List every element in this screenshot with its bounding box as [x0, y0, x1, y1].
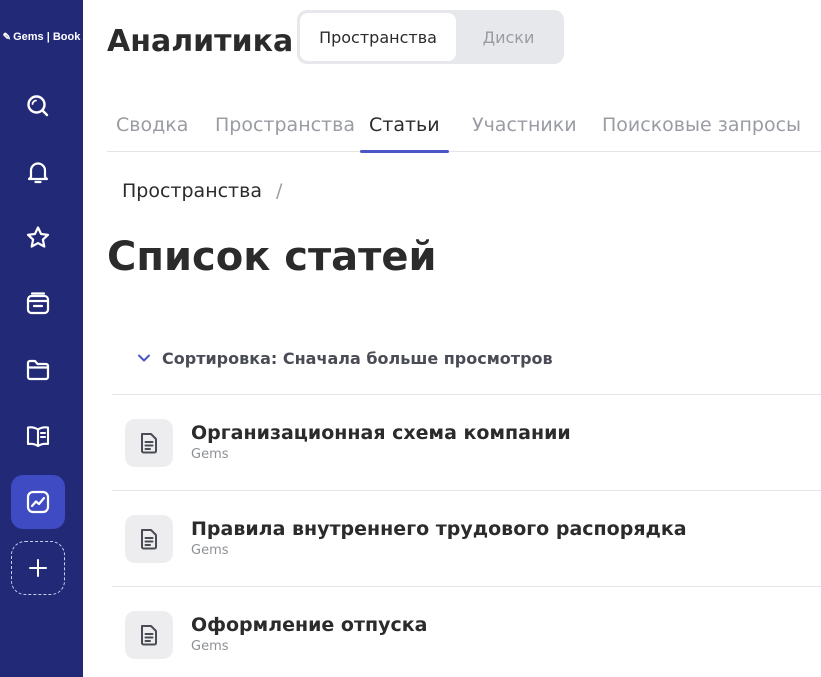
document-icon: [141, 529, 157, 550]
sidebar-item-search[interactable]: [11, 79, 65, 133]
breadcrumb: Пространства /: [122, 180, 282, 202]
breadcrumb-item-spaces[interactable]: Пространства: [122, 180, 262, 202]
article-title[interactable]: Правила внутреннего трудового распорядка: [191, 518, 687, 540]
search-icon: [27, 95, 49, 117]
article-title[interactable]: Организационная схема компании: [191, 422, 571, 444]
logo-mark-icon: ✎: [2, 31, 12, 43]
list-item[interactable]: Оформление отпуска Gems: [112, 586, 821, 677]
sidebar-item-files[interactable]: [11, 343, 65, 397]
tab-members[interactable]: Участники: [472, 98, 577, 151]
breadcrumb-separator: /: [275, 180, 283, 202]
tab-spaces[interactable]: Пространства: [215, 98, 355, 151]
logo-text: Gems | Book: [13, 31, 81, 43]
inbox-icon: [26, 292, 50, 315]
page-title: Список статей: [107, 234, 437, 280]
article-space: Gems: [191, 447, 229, 462]
document-icon-wrapper: [125, 419, 173, 467]
tab-search-queries[interactable]: Поисковые запросы: [602, 98, 801, 151]
segment-spaces[interactable]: Пространства: [300, 13, 456, 61]
list-item[interactable]: Организационная схема компании Gems: [112, 394, 821, 490]
document-icon-wrapper: [125, 515, 173, 563]
article-space: Gems: [191, 543, 229, 558]
bell-icon: [27, 162, 49, 184]
sidebar-item-notifications[interactable]: [11, 145, 65, 199]
app-section-title: Аналитика: [107, 24, 294, 59]
analytics-icon: [26, 490, 50, 514]
sidebar-item-knowledge-base[interactable]: [11, 409, 65, 463]
sidebar-item-inbox[interactable]: [11, 277, 65, 331]
app-logo[interactable]: ✎ Gems | Book: [0, 28, 83, 46]
analytics-tabs: Сводка Пространства Статьи Участники Пои…: [107, 98, 821, 153]
sidebar-item-favorites[interactable]: [11, 211, 65, 265]
sidebar: ✎ Gems | Book: [0, 0, 83, 677]
book-icon: [26, 426, 50, 448]
tab-articles[interactable]: Статьи: [360, 98, 449, 153]
sort-dropdown[interactable]: Сортировка: Сначала больше просмотров: [136, 346, 553, 370]
article-list: Организационная схема компании Gems Прав…: [112, 394, 821, 677]
plus-icon: [29, 559, 47, 577]
article-space: Gems: [191, 639, 229, 654]
article-title[interactable]: Оформление отпуска: [191, 614, 428, 636]
scope-segmented-control: Пространства Диски: [297, 10, 564, 64]
sidebar-item-analytics[interactable]: [11, 475, 65, 529]
sort-label: Сортировка: Сначала больше просмотров: [162, 348, 553, 368]
list-item[interactable]: Правила внутреннего трудового распорядка…: [112, 490, 821, 586]
sidebar-add-button[interactable]: [11, 541, 65, 595]
segment-disks[interactable]: Диски: [456, 13, 561, 61]
tab-summary[interactable]: Сводка: [116, 98, 188, 151]
folder-icon: [26, 359, 50, 381]
document-icon: [141, 433, 157, 454]
chevron-down-icon: [138, 354, 150, 362]
star-icon: [26, 226, 50, 248]
document-icon-wrapper: [125, 611, 173, 659]
document-icon: [141, 625, 157, 646]
